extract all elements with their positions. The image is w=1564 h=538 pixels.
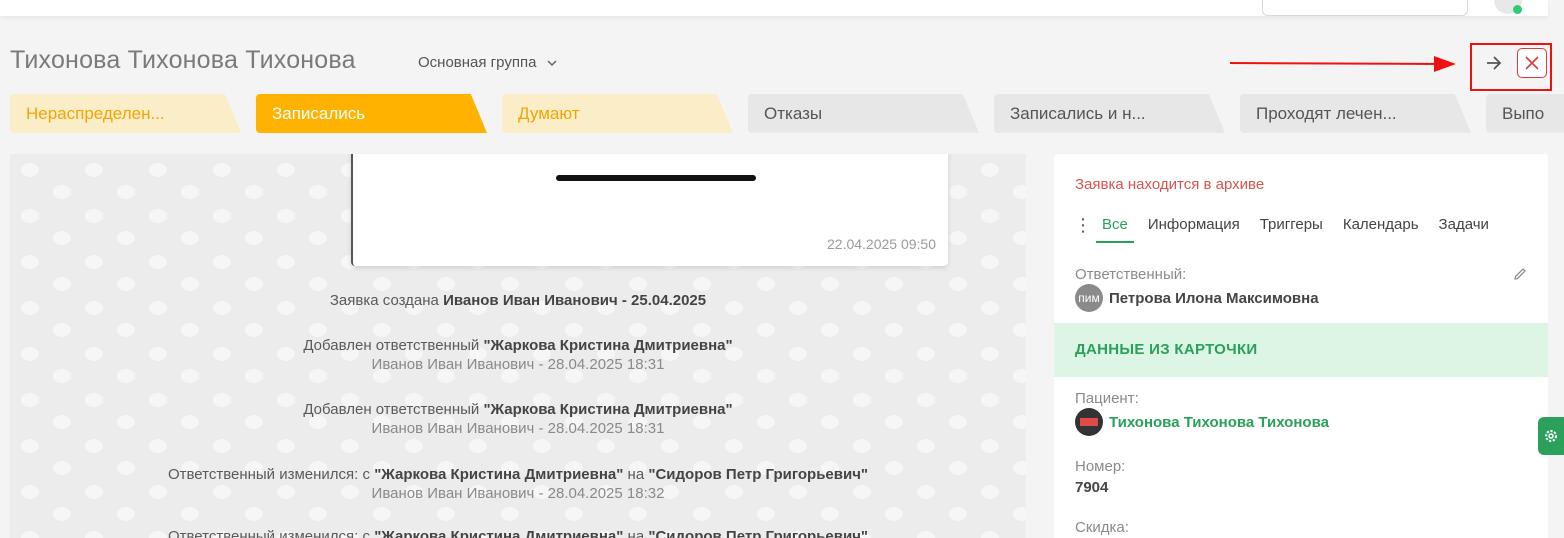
- patient-label: Пациент:: [1075, 390, 1139, 407]
- chevron-down-icon: [547, 59, 557, 66]
- details-panel: Заявка находится в архиве ⋮ Все Информац…: [1054, 154, 1548, 538]
- tab-all[interactable]: Все: [1096, 214, 1134, 243]
- stage-3[interactable]: Отказы: [748, 94, 979, 133]
- archive-notice: Заявка находится в архиве: [1075, 176, 1265, 193]
- close-button[interactable]: [1517, 48, 1547, 78]
- tab-information[interactable]: Информация: [1148, 214, 1246, 241]
- tab-triggers[interactable]: Триггеры: [1260, 214, 1329, 241]
- history-event: Ответственный изменился: с "Жаркова Крис…: [167, 528, 869, 538]
- patient-avatar: [1075, 408, 1103, 436]
- message-time: 22.04.2025 09:50: [827, 236, 936, 252]
- responsible-value: пим Петрова Илона Максимовна: [1075, 284, 1319, 312]
- annotation-arrow: [1230, 56, 1456, 72]
- history-event: Ответственный изменился: с "Жаркова Крис…: [167, 466, 869, 502]
- top-bar: [0, 0, 1548, 16]
- history-event: Добавлен ответственный "Жаркова Кристина…: [303, 401, 733, 437]
- page-title: Тихонова Тихонова Тихонова: [10, 46, 356, 74]
- settings-tab[interactable]: [1538, 417, 1564, 455]
- tab-tasks[interactable]: Задачи: [1439, 214, 1495, 241]
- responsible-name: Петрова Илона Максимовна: [1109, 289, 1319, 307]
- group-select[interactable]: Основная группа: [418, 54, 558, 71]
- stage-4[interactable]: Записались и н...: [994, 94, 1225, 133]
- gear-icon: [1545, 430, 1557, 442]
- section-card-data: ДАННЫЕ ИЗ КАРТОЧКИ: [1054, 323, 1548, 377]
- pencil-icon[interactable]: [1512, 266, 1528, 282]
- redacted-text: [556, 175, 756, 181]
- user-avatar[interactable]: [1494, 0, 1522, 14]
- stage-6[interactable]: Выпо: [1486, 94, 1564, 133]
- patient-value: Тихонова Тихонова Тихонова: [1075, 408, 1329, 436]
- stage-5[interactable]: Проходят лечен...: [1240, 94, 1471, 133]
- stage-1[interactable]: Записались: [256, 94, 487, 133]
- arrow-right-icon: [1487, 56, 1502, 70]
- history-feed[interactable]: 22.04.2025 09:50 Заявка создана Иванов И…: [10, 154, 1026, 538]
- next-button[interactable]: [1482, 50, 1506, 76]
- stage-pipeline: Нераспределен... Записались Думают Отказ…: [10, 94, 1564, 133]
- tab-calendar[interactable]: Календарь: [1343, 214, 1425, 241]
- stage-2[interactable]: Думают: [502, 94, 733, 133]
- discount-label: Скидка:: [1075, 519, 1129, 536]
- panel-tabs: ⋮ Все Информация Триггеры Календарь Зада…: [1074, 214, 1509, 243]
- history-event: Добавлен ответственный "Жаркова Кристина…: [303, 337, 733, 373]
- number-label: Номер:: [1075, 458, 1126, 475]
- history-event: Заявка создана Иванов Иван Иванович - 25…: [329, 292, 707, 309]
- message-card: 22.04.2025 09:50: [351, 154, 948, 266]
- responsible-label: Ответственный:: [1075, 266, 1187, 283]
- stage-0[interactable]: Нераспределен...: [10, 94, 241, 133]
- search-input[interactable]: [1262, 0, 1468, 16]
- number-value: 7904: [1075, 479, 1109, 496]
- patient-link[interactable]: Тихонова Тихонова Тихонова: [1109, 414, 1329, 431]
- avatar: пим: [1075, 284, 1103, 312]
- group-select-label: Основная группа: [418, 54, 537, 71]
- more-vertical-icon[interactable]: ⋮: [1074, 214, 1096, 236]
- close-icon: [1525, 56, 1539, 70]
